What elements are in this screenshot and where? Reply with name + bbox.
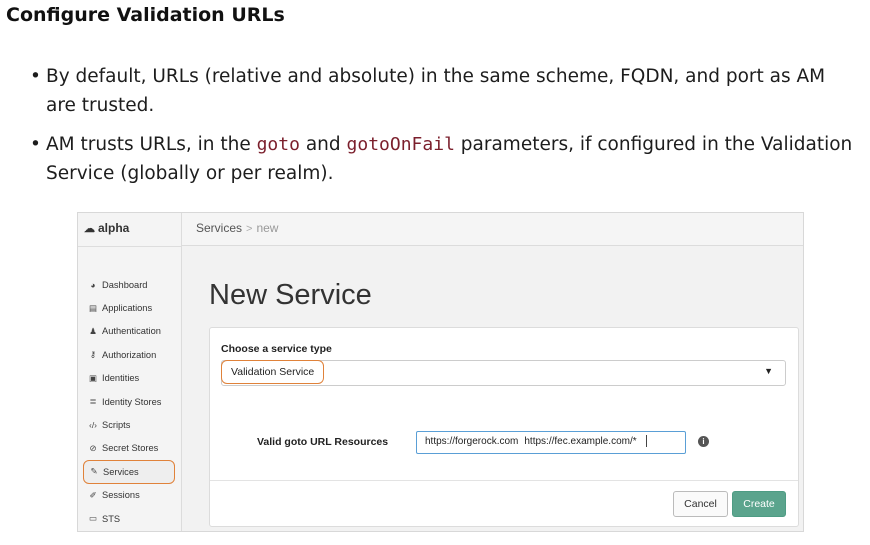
- sidebar: ☁ alpha ◕ Dashboard ▤ Applications ♟ Authent…: [78, 213, 182, 531]
- sidebar-item-label: Services: [103, 466, 139, 477]
- sidebar-item-label: Dashboard: [102, 279, 148, 290]
- bullet-text: and: [299, 134, 347, 155]
- service-type-label: Choose a service type: [221, 343, 332, 355]
- main-panel: Services > new New Service Choose a servic…: [182, 213, 803, 531]
- sessions-icon: ✐: [89, 489, 97, 500]
- plug-icon: ✎: [90, 466, 98, 477]
- sidebar-item-label: Applications: [102, 303, 153, 314]
- database-icon: ≣: [89, 396, 97, 407]
- sidebar-item-label: STS: [102, 513, 121, 524]
- bullet-item: • By default, URLs (relative and absolut…: [28, 62, 858, 120]
- embedded-screenshot: ☁ alpha ◕ Dashboard ▤ Applications ♟ Authent…: [77, 212, 804, 532]
- caret-down-icon: ▼: [764, 366, 773, 376]
- sidebar-item-services[interactable]: ✎ Services: [83, 460, 175, 484]
- goto-url-input[interactable]: https://forgerock.com https://fec.example…: [416, 431, 686, 454]
- sidebar-item-secret-stores[interactable]: ⊘ Secret Stores: [83, 437, 175, 460]
- url-tag[interactable]: https://forgerock.com: [425, 436, 518, 447]
- realm-name: alpha: [98, 221, 130, 235]
- sidebar-divider: [78, 246, 181, 247]
- sidebar-item-applications[interactable]: ▤ Applications: [83, 296, 175, 319]
- sidebar-item-dashboard[interactable]: ◕ Dashboard: [83, 273, 175, 296]
- cancel-button[interactable]: Cancel: [673, 491, 728, 517]
- service-form-card: Choose a service type Validation Service…: [209, 327, 799, 527]
- bullet-item: • AM trusts URLs, in the goto and gotoOn…: [28, 130, 858, 188]
- sidebar-item-label: Identities: [102, 373, 140, 384]
- code-icon: ‹/›: [88, 420, 98, 431]
- sidebar-item-label: Authorization: [102, 349, 157, 360]
- info-icon[interactable]: i: [698, 436, 709, 447]
- sidebar-item-label: Authentication: [102, 326, 161, 337]
- bullet-dot: •: [30, 66, 41, 87]
- code-goto: goto: [256, 134, 300, 155]
- url-tag[interactable]: https://fec.example.com/*: [524, 436, 636, 447]
- card-divider: [210, 480, 798, 481]
- sidebar-item-label: Scripts: [102, 420, 131, 431]
- bullet-list: • By default, URLs (relative and absolut…: [28, 62, 858, 198]
- sidebar-nav: ◕ Dashboard ▤ Applications ♟ Authentication…: [83, 273, 175, 530]
- card-icon: ▭: [88, 513, 98, 524]
- bullet-dot: •: [30, 134, 41, 155]
- sidebar-item-label: Secret Stores: [102, 443, 159, 454]
- service-type-value: Validation Service: [221, 360, 325, 384]
- breadcrumb-services[interactable]: Services: [196, 221, 242, 235]
- sidebar-item-sessions[interactable]: ✐ Sessions: [83, 484, 175, 507]
- breadcrumb: Services > new: [182, 213, 803, 246]
- sidebar-item-label: Sessions: [102, 490, 140, 501]
- bullet-text: By default, URLs (relative and absolute)…: [46, 66, 826, 116]
- sidebar-item-authorization[interactable]: ⚷ Authorization: [83, 343, 175, 366]
- slide-title: Configure Validation URLs: [6, 4, 285, 26]
- breadcrumb-current: new: [256, 221, 279, 235]
- create-button[interactable]: Create: [732, 491, 786, 517]
- dashboard-icon: ◕: [90, 279, 96, 290]
- sidebar-item-scripts[interactable]: ‹/› Scripts: [83, 413, 175, 436]
- sidebar-item-identity-stores[interactable]: ≣ Identity Stores: [83, 390, 175, 413]
- goto-url-label: Valid goto URL Resources: [257, 436, 389, 448]
- cloud-icon: ☁: [84, 223, 95, 235]
- sidebar-item-sts[interactable]: ▭ STS: [83, 507, 175, 530]
- breadcrumb-separator: >: [246, 223, 253, 235]
- page-title: New Service: [209, 279, 372, 311]
- applications-icon: ▤: [88, 302, 98, 313]
- secret-icon: ⊘: [89, 442, 97, 453]
- sidebar-item-authentication[interactable]: ♟ Authentication: [83, 320, 175, 343]
- text-cursor: [645, 435, 647, 448]
- key-icon: ⚷: [89, 349, 97, 360]
- bullet-text: AM trusts URLs, in the: [46, 134, 257, 155]
- service-type-select[interactable]: Validation Service ▼: [221, 360, 786, 386]
- realm-selector[interactable]: ☁ alpha: [84, 221, 129, 235]
- sidebar-item-label: Identity Stores: [102, 396, 162, 407]
- code-gotoonfail: gotoOnFail: [346, 134, 455, 155]
- sidebar-item-identities[interactable]: ▣ Identities: [83, 367, 175, 390]
- user-icon: ♟: [89, 325, 97, 336]
- id-card-icon: ▣: [88, 372, 98, 383]
